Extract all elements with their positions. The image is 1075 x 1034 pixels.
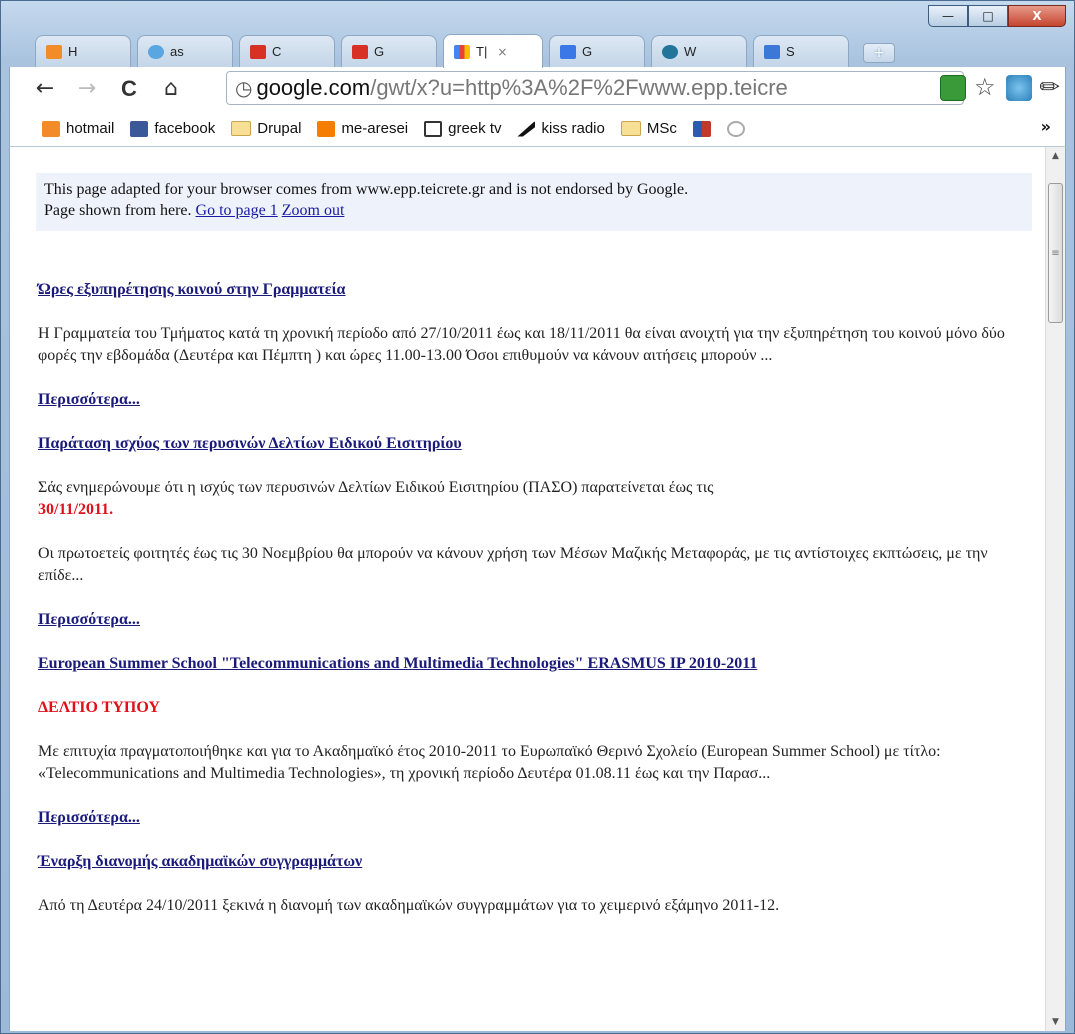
tab-label: H bbox=[68, 44, 78, 59]
article-body: Σάς ενημερώνουμε ότι η ισχύς των περυσιν… bbox=[38, 477, 1032, 521]
scroll-down-arrow[interactable]: ▼ bbox=[1046, 1013, 1065, 1031]
notice-prefix: Page shown from here. bbox=[44, 202, 196, 219]
wordpress-icon bbox=[662, 44, 678, 59]
bookmark-me-aresei[interactable]: me-aresei bbox=[311, 120, 414, 137]
more-bookmarks-icon[interactable]: » bbox=[1041, 117, 1051, 136]
heart-icon bbox=[148, 44, 164, 59]
gmail-icon bbox=[250, 44, 266, 59]
bookmark-hotmail[interactable]: hotmail bbox=[36, 120, 120, 137]
gmail-icon bbox=[352, 44, 368, 59]
bookmarks-bar: hotmail facebook Drupal me-aresei greek … bbox=[9, 111, 1066, 147]
transcoder-notice: This page adapted for your browser comes… bbox=[36, 173, 1032, 231]
reload-button[interactable]: C bbox=[114, 75, 144, 103]
bookmark-label: me-aresei bbox=[341, 120, 409, 137]
article-body: Με επιτυχία πραγματοποιήθηκε και για το … bbox=[38, 743, 941, 782]
chrome-icon bbox=[726, 120, 745, 137]
article-title-link[interactable]: Παράταση ισχύος των περυσινών Δελτίων Ει… bbox=[38, 433, 1032, 455]
translate-icon bbox=[560, 44, 576, 59]
bookmark-facebook[interactable]: facebook bbox=[124, 120, 221, 137]
navigation-toolbar: ← → C ⌂ ◷ google.com/gwt/x?u=http%3A%2F%… bbox=[9, 67, 1067, 111]
hotmail-icon bbox=[46, 44, 62, 59]
bookmark-label: hotmail bbox=[66, 120, 115, 137]
notice-text: This page adapted for your browser comes… bbox=[44, 181, 689, 198]
tab-label: W bbox=[684, 44, 697, 59]
close-window-button[interactable]: X bbox=[1008, 5, 1066, 27]
bookmark-greek-tv[interactable]: greek tv bbox=[418, 120, 507, 137]
new-tab-button[interactable]: + bbox=[863, 43, 895, 63]
tab-label: G bbox=[582, 44, 593, 59]
bookmark-drupal[interactable]: Drupal bbox=[225, 120, 307, 137]
tab-label: G bbox=[374, 44, 385, 59]
more-link[interactable]: Περισσότερα... bbox=[38, 389, 1032, 411]
bookmark-chrome[interactable] bbox=[721, 120, 751, 137]
bookmark-label: kiss radio bbox=[541, 120, 605, 137]
more-link[interactable]: Περισσότερα... bbox=[38, 609, 1032, 631]
article-body-2: Οι πρωτοετείς φοιτητές έως τις 30 Νοεμβρ… bbox=[38, 545, 988, 584]
highlight-date: 30/11/2011. bbox=[38, 501, 114, 518]
tab-gmail-2[interactable]: G bbox=[341, 35, 437, 67]
article-body: Η Γραμματεία του Τμήματος κατά τη χρονικ… bbox=[38, 325, 1005, 364]
minimize-button[interactable]: — bbox=[928, 5, 968, 27]
page-content: This page adapted for your browser comes… bbox=[36, 173, 1032, 917]
bookmark-flag[interactable] bbox=[687, 120, 717, 137]
tab-heart[interactable]: as bbox=[137, 35, 233, 67]
back-button[interactable]: ← bbox=[30, 75, 60, 103]
address-bar[interactable]: ◷ google.com/gwt/x?u=http%3A%2F%2Fwww.ep… bbox=[226, 71, 964, 105]
window-controls: — □ X bbox=[928, 5, 1066, 27]
page-icon: ◷ bbox=[235, 76, 253, 100]
tab-wordpress[interactable]: W bbox=[651, 35, 747, 67]
url-path: /gwt/x?u=http%3A%2F%2Fwww.epp.teicre bbox=[370, 75, 788, 100]
article-body: Από τη Δευτέρα 24/10/2011 ξεκινά η διανο… bbox=[38, 897, 780, 914]
more-link[interactable]: Περισσότερα... bbox=[38, 807, 1032, 829]
forward-button[interactable]: → bbox=[72, 75, 102, 103]
tv-icon bbox=[424, 120, 443, 137]
blogger-icon bbox=[317, 120, 336, 137]
google-icon bbox=[454, 44, 470, 59]
tab-strip: H as C G T| × G W S + bbox=[35, 34, 915, 68]
browser-window: — □ X H as C G T| × G W S + ← → C ⌂ ◷ go… bbox=[0, 0, 1075, 1034]
article-text: Σάς ενημερώνουμε ότι η ισχύς των περυσιν… bbox=[38, 479, 714, 496]
tab-label: C bbox=[272, 44, 282, 59]
url-host: google.com bbox=[256, 75, 371, 100]
article-title-link[interactable]: European Summer School "Telecommunicatio… bbox=[38, 653, 1032, 675]
bookmark-kiss-radio[interactable]: kiss radio bbox=[511, 120, 610, 137]
home-button[interactable]: ⌂ bbox=[156, 75, 186, 103]
maximize-button[interactable]: □ bbox=[968, 5, 1008, 27]
scroll-thumb[interactable]: ≡ bbox=[1048, 183, 1063, 323]
wrench-icon[interactable]: ✎ bbox=[1033, 70, 1067, 104]
go-to-page-link[interactable]: Go to page 1 bbox=[196, 202, 278, 219]
folder-icon bbox=[231, 121, 252, 136]
shield-extension-icon[interactable] bbox=[940, 75, 966, 101]
page-viewport: This page adapted for your browser comes… bbox=[9, 147, 1066, 1031]
hotmail-icon bbox=[42, 120, 60, 137]
bookmark-label: Drupal bbox=[257, 120, 302, 137]
article-title-link[interactable]: Ώρες εξυπηρέτησης κοινού στην Γραμματεία bbox=[38, 279, 1032, 301]
press-release-label: ΔΕΛΤΙΟ ΤΥΠΟΥ bbox=[38, 699, 160, 716]
tab-hotmail[interactable]: H bbox=[35, 35, 131, 67]
notice-line-2: Page shown from here. Go to page 1 Zoom … bbox=[44, 200, 1024, 221]
doc-icon bbox=[764, 44, 780, 59]
radio-icon bbox=[517, 120, 536, 137]
bookmark-msc[interactable]: MSc bbox=[615, 120, 683, 137]
scroll-up-arrow[interactable]: ▲ bbox=[1046, 147, 1065, 165]
tab-label: T| bbox=[476, 44, 488, 59]
folder-icon bbox=[620, 121, 641, 136]
bookmark-star-icon[interactable]: ☆ bbox=[974, 73, 996, 101]
tab-translate[interactable]: G bbox=[549, 35, 645, 67]
skype-extension-icon[interactable] bbox=[1006, 75, 1032, 101]
facebook-icon bbox=[130, 120, 149, 137]
tab-google-active[interactable]: T| × bbox=[443, 34, 543, 68]
bookmark-label: facebook bbox=[154, 120, 216, 137]
bookmark-label: MSc bbox=[646, 120, 677, 137]
flag-icon bbox=[692, 120, 711, 137]
tab-label: as bbox=[170, 44, 184, 59]
article-title-link[interactable]: Έναρξη διανομής ακαδημαϊκών συγγραμμάτων bbox=[38, 851, 1032, 873]
tab-gmail-1[interactable]: C bbox=[239, 35, 335, 67]
tab-close-icon[interactable]: × bbox=[497, 45, 507, 59]
zoom-out-link[interactable]: Zoom out bbox=[282, 202, 345, 219]
vertical-scrollbar[interactable]: ▲ ≡ ▼ bbox=[1045, 147, 1065, 1031]
bookmark-label: greek tv bbox=[448, 120, 502, 137]
tab-docs[interactable]: S bbox=[753, 35, 849, 67]
tab-label: S bbox=[786, 44, 795, 59]
